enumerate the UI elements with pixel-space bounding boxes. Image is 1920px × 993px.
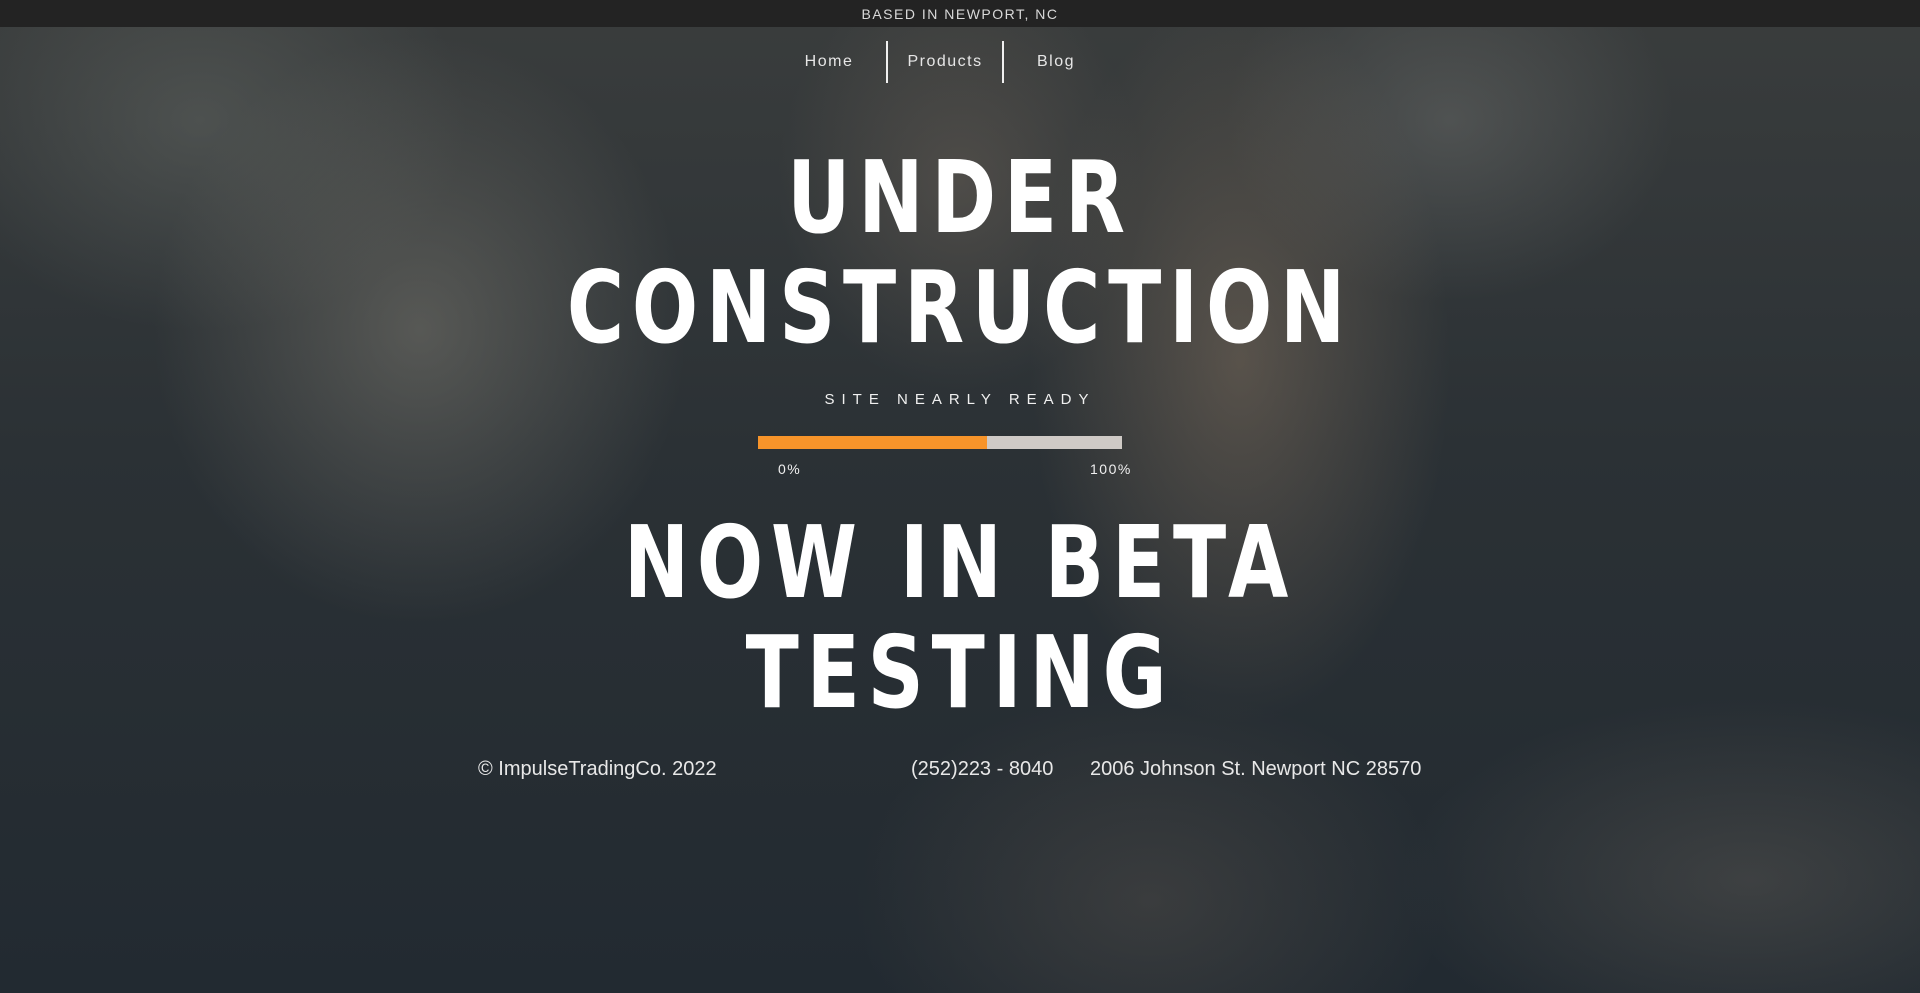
nav-item-home[interactable]: Home xyxy=(772,41,886,83)
nav-item-blog[interactable]: Blog xyxy=(1004,41,1108,83)
phone-number[interactable]: (252)223 - 8040 xyxy=(911,758,1053,781)
nav-item-products[interactable]: Products xyxy=(888,41,1002,83)
heading-line-2: CONSTRUCTION xyxy=(566,249,1354,366)
top-banner: BASED IN NEWPORT, NC xyxy=(0,0,1920,27)
beta-line-2: TESTING xyxy=(745,614,1175,731)
location-banner-text: BASED IN NEWPORT, NC xyxy=(861,5,1059,22)
main-nav: Home Products Blog xyxy=(0,41,1920,83)
progress-bar-fill xyxy=(758,436,988,449)
copyright-text: © ImpulseTradingCo. 2022 xyxy=(478,758,717,780)
beta-line-1: NOW IN BETA xyxy=(623,504,1297,621)
page-background: BASED IN NEWPORT, NC Home Products Blog … xyxy=(0,0,1920,993)
heading-line-1: UNDER xyxy=(787,139,1133,256)
progress-max-label: 100% xyxy=(1090,461,1132,477)
site-status-subtitle: SITE NEARLY READY xyxy=(824,391,1096,408)
beta-testing-heading: NOW IN BETA TESTING xyxy=(211,508,1709,728)
street-address: 2006 Johnson St. Newport NC 28570 xyxy=(1090,758,1422,780)
progress-bar xyxy=(758,436,1122,449)
under-construction-heading: UNDER CONSTRUCTION xyxy=(211,143,1709,363)
progress-min-label: 0% xyxy=(778,461,802,477)
